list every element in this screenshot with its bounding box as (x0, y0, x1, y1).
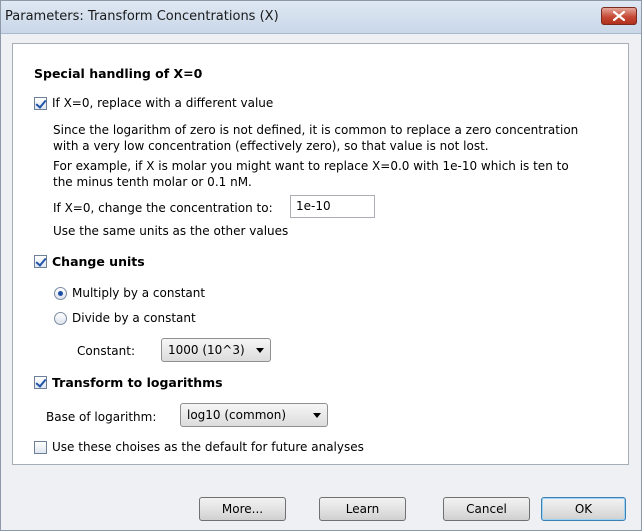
transform-logs-checkbox[interactable] (34, 376, 47, 389)
multiply-label: Multiply by a constant (72, 286, 206, 300)
parameters-panel: Special handling of X=0 If X=0, replace … (12, 43, 629, 465)
dialog-window: Parameters: Transform Concentrations (X)… (0, 0, 642, 531)
explanation-line-1: Since the logarithm of zero is not defin… (53, 123, 579, 137)
constant-label: Constant: (77, 344, 135, 358)
window-title: Parameters: Transform Concentrations (X) (5, 9, 279, 24)
replace-zero-checkbox[interactable] (34, 97, 47, 110)
log-base-dropdown[interactable]: log10 (common) (180, 403, 328, 427)
constant-dropdown[interactable]: 1000 (10^3) (161, 338, 271, 362)
default-choices-checkbox[interactable] (34, 441, 47, 454)
log-base-value: log10 (common) (187, 408, 287, 422)
change-units-label: Change units (52, 254, 145, 269)
close-x-icon (613, 11, 625, 21)
default-choices-label: Use these choises as the default for fut… (52, 440, 364, 454)
ok-button[interactable]: OK (541, 497, 626, 521)
transform-logs-label: Transform to logarithms (52, 375, 223, 390)
units-note: Use the same units as the other values (53, 224, 289, 238)
explanation-line-2: with a very low concentration (effective… (53, 139, 489, 153)
chevron-down-icon (256, 348, 264, 353)
divide-radio[interactable] (54, 312, 67, 325)
more-button[interactable]: More... (199, 497, 286, 521)
learn-button[interactable]: Learn (319, 497, 406, 521)
multiply-radio[interactable] (54, 287, 67, 300)
constant-value: 1000 (10^3) (168, 343, 245, 357)
log-base-label: Base of logarithm: (46, 410, 157, 424)
replace-zero-label: If X=0, replace with a different value (52, 96, 274, 110)
chevron-down-icon (313, 413, 321, 418)
title-bar[interactable]: Parameters: Transform Concentrations (X) (1, 1, 641, 34)
example-line-2: the minus tenth molar or 0.1 nM. (53, 175, 252, 189)
change-units-checkbox[interactable] (34, 255, 47, 268)
zero-replacement-input[interactable]: 1e-10 (290, 195, 375, 218)
section-heading-special: Special handling of X=0 (34, 66, 203, 81)
divide-label: Divide by a constant (72, 311, 196, 325)
example-line-1: For example, if X is molar you might wan… (53, 159, 569, 173)
close-button[interactable] (601, 7, 637, 25)
cancel-button[interactable]: Cancel (443, 497, 530, 521)
change-concentration-label: If X=0, change the concentration to: (53, 201, 273, 215)
